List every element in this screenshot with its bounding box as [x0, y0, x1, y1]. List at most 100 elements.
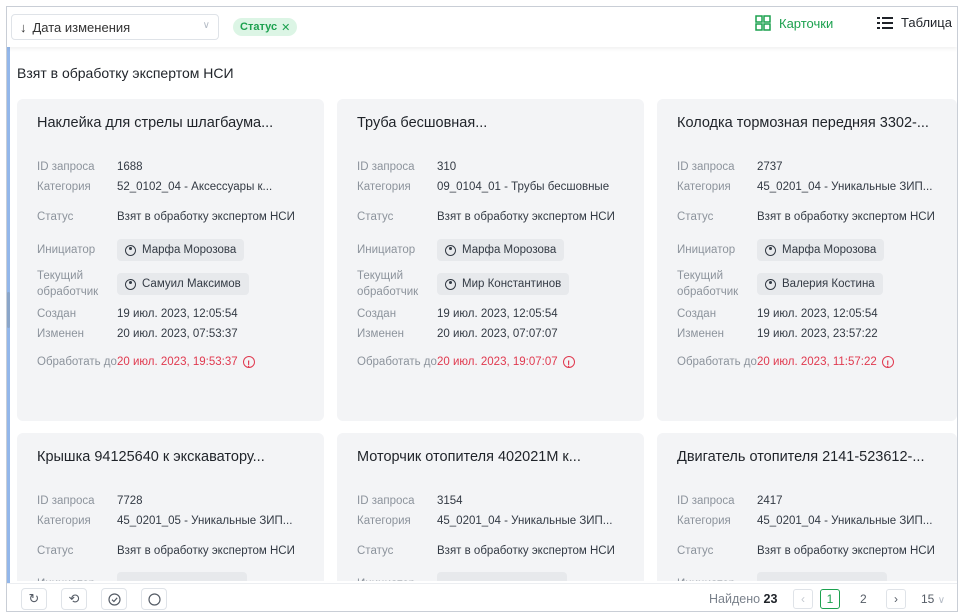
label-initiator: Инициатор — [677, 576, 757, 581]
chip-close-icon[interactable]: ✕ — [281, 21, 290, 34]
view-cards-label: Карточки — [779, 15, 834, 31]
overdue-alert-icon — [562, 356, 575, 372]
initiator-chip[interactable] — [757, 571, 887, 581]
request-category: 09_0104_01 - Трубы бесшовные — [437, 181, 610, 193]
user-icon — [445, 278, 456, 290]
label-id: ID запроса — [37, 160, 95, 173]
handler-chip[interactable]: Валерия Костина — [757, 273, 883, 295]
request-id: 2417 — [757, 494, 783, 507]
initiator-chip[interactable]: Марфа Морозова — [757, 239, 885, 261]
found-label: Найдено — [709, 592, 761, 606]
deselect-button[interactable] — [141, 588, 167, 610]
page-2-button[interactable]: 2 — [860, 592, 867, 606]
deadline-date: 20 июл. 2023, 19:07:07 — [437, 356, 558, 368]
view-table-label: Таблица — [901, 15, 952, 30]
request-status: Взят в обработку экспертом НСИ — [117, 545, 295, 557]
label-id: ID запроса — [677, 494, 735, 507]
modified-date: 20 июл. 2023, 07:07:07 — [437, 328, 558, 340]
status-filter-chip[interactable]: Статус ✕ — [233, 18, 298, 36]
card-title: Двигатель отопителя 2141-523612-... — [677, 449, 925, 465]
request-id: 1688 — [117, 160, 143, 173]
request-category: 45_0201_05 - Уникальные ЗИП... — [117, 515, 293, 527]
sync-button[interactable]: ⟲ — [61, 588, 87, 610]
label-created: Создан — [677, 308, 717, 320]
card-title: Колодка тормозная передняя 3302-... — [677, 115, 929, 131]
request-status: Взят в обработку экспертом НСИ — [437, 211, 615, 223]
handler-name: Валерия Костина — [782, 278, 875, 290]
chevron-down-icon: ∨ — [202, 20, 210, 31]
request-category: 45_0201_04 - Уникальные ЗИП... — [757, 515, 933, 527]
initiator-chip[interactable] — [117, 571, 247, 581]
label-handler: Текущий обработчик — [357, 270, 419, 298]
found-number: 23 — [763, 592, 778, 606]
page-1-label: 1 — [826, 592, 834, 606]
chevron-down-icon: ∨ — [937, 595, 946, 606]
deadline-date: 20 июл. 2023, 11:57:22 — [757, 356, 877, 368]
label-category: Категория — [37, 515, 91, 527]
user-icon — [125, 244, 136, 256]
label-id: ID запроса — [677, 160, 735, 173]
request-card[interactable]: Труба бесшовная... ID запроса 310 Категор… — [337, 99, 644, 421]
label-status: Статус — [37, 545, 74, 557]
cards-grid-icon — [755, 15, 771, 31]
circle-icon — [147, 592, 161, 606]
footer-bar: ↻ ⟲ Найдено 23 ‹ 1 2 › 15 ∨ — [7, 583, 957, 611]
created-date: 19 июл. 2023, 12:05:54 — [117, 308, 238, 320]
sync-icon: ⟲ — [68, 591, 80, 606]
initiator-chip[interactable]: Марфа Морозова — [117, 239, 245, 261]
page-2-label: 2 — [860, 592, 867, 606]
initiator-chip[interactable] — [437, 571, 567, 581]
card-title: Крышка 94125640 к экскаватору... — [37, 449, 265, 465]
request-category: 45_0201_04 - Уникальные ЗИП... — [757, 181, 933, 193]
label-deadline: Обработать до — [37, 356, 117, 368]
initiator-name: Марфа Морозова — [782, 244, 877, 256]
user-icon — [445, 244, 456, 256]
request-card[interactable]: Крышка 94125640 к экскаватору... ID запр… — [17, 433, 324, 581]
label-status: Статус — [677, 211, 714, 223]
request-card[interactable]: Колодка тормозная передняя 3302-... ID з… — [657, 99, 957, 421]
handler-chip[interactable]: Мир Константинов — [437, 273, 570, 295]
handler-chip[interactable]: Самуил Максимов — [117, 273, 249, 295]
card-title: Труба бесшовная... — [357, 115, 488, 131]
request-card[interactable]: Моторчик отопителя 402021М к... ID запро… — [337, 433, 644, 581]
request-status: Взят в обработку экспертом НСИ — [437, 545, 615, 557]
request-category: 45_0201_04 - Уникальные ЗИП... — [437, 515, 613, 527]
request-id: 2737 — [757, 160, 783, 173]
request-status: Взят в обработку экспертом НСИ — [117, 211, 295, 223]
label-deadline: Обработать до — [357, 356, 437, 368]
label-id: ID запроса — [357, 160, 415, 173]
label-status: Статус — [37, 211, 74, 223]
label-category: Категория — [357, 515, 411, 527]
label-created: Создан — [357, 308, 397, 320]
view-table-button[interactable]: Таблица — [877, 15, 952, 30]
overdue-alert-icon — [242, 356, 255, 372]
initiator-chip[interactable]: Марфа Морозова — [437, 239, 565, 261]
sort-arrow-down-icon: ↓ — [20, 19, 27, 35]
sort-select-label: Дата изменения — [32, 19, 131, 35]
request-card[interactable]: Двигатель отопителя 2141-523612-... ID з… — [657, 433, 957, 581]
user-icon — [125, 278, 136, 290]
page-size-select[interactable]: 15 ∨ — [921, 592, 945, 606]
label-category: Категория — [677, 181, 731, 193]
select-all-button[interactable] — [101, 588, 127, 610]
user-icon — [765, 244, 776, 256]
label-status: Статус — [677, 545, 714, 557]
view-cards-button[interactable]: Карточки — [755, 15, 833, 31]
label-initiator: Инициатор — [357, 576, 437, 581]
handler-name: Мир Константинов — [462, 278, 562, 290]
found-count: Найдено 23 — [709, 592, 777, 606]
refresh-button[interactable]: ↻ — [21, 588, 47, 610]
label-status: Статус — [357, 545, 394, 557]
page-1-button[interactable]: 1 — [820, 589, 840, 609]
sort-select[interactable]: ↓ Дата изменения ∨ — [11, 14, 219, 40]
request-card[interactable]: Наклейка для стрелы шлагбаума... ID запр… — [17, 99, 324, 421]
prev-page-button[interactable]: ‹ — [793, 589, 813, 609]
request-category: 52_0102_04 - Аксессуары к... — [117, 181, 273, 193]
label-deadline: Обработать до — [677, 356, 757, 368]
next-page-button[interactable]: › — [886, 589, 906, 609]
table-list-icon — [877, 16, 893, 29]
created-date: 19 июл. 2023, 12:05:54 — [437, 308, 558, 320]
label-initiator: Инициатор — [37, 576, 117, 581]
label-id: ID запроса — [357, 494, 415, 507]
toolbar: ↓ Дата изменения ∨ Статус ✕ Карточки Таб… — [7, 7, 957, 47]
